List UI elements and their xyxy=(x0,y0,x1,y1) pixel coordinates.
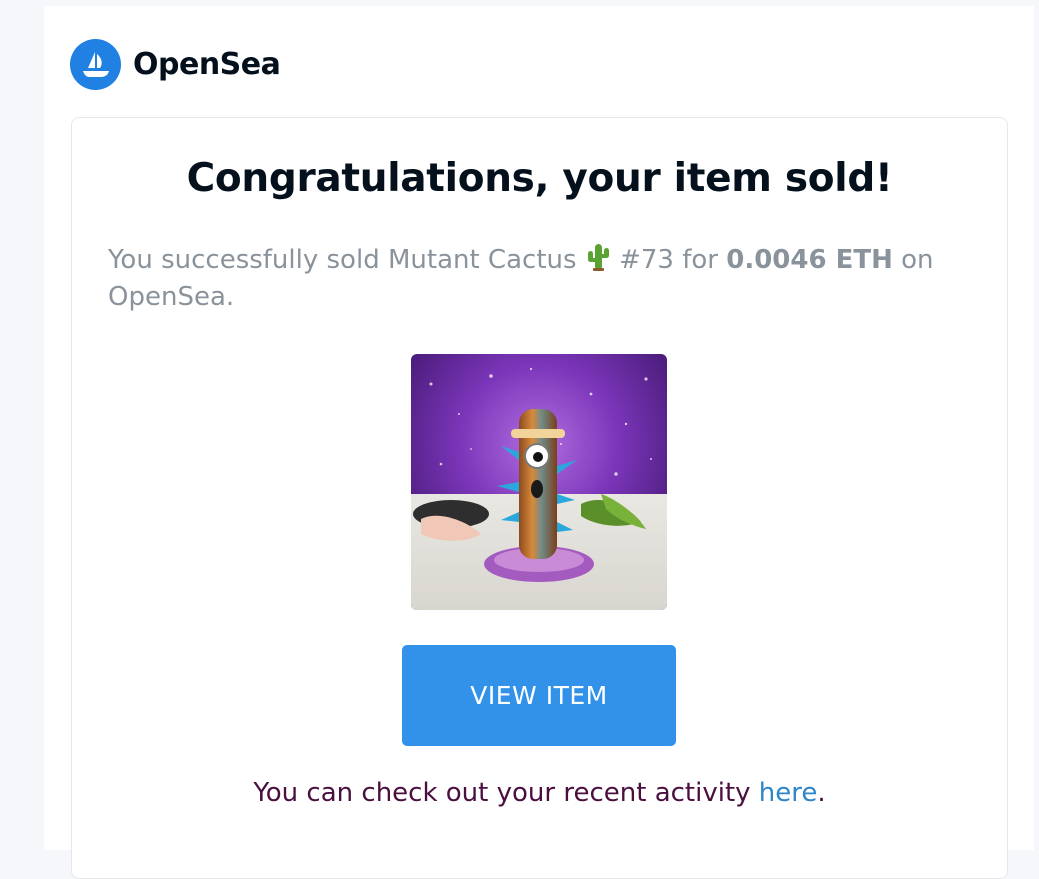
activity-text: You can check out your recent activity xyxy=(253,778,751,808)
view-item-button[interactable]: VIEW ITEM xyxy=(402,645,676,746)
cactus-emoji xyxy=(585,242,611,272)
message-prefix: You successfully sold Mutant Cactus xyxy=(108,245,577,275)
item-number: #73 for xyxy=(619,245,718,275)
email-card: Congratulations, your item sold! You suc… xyxy=(71,117,1008,879)
opensea-ship-icon[interactable] xyxy=(70,39,121,90)
email-title: Congratulations, your item sold! xyxy=(186,156,893,201)
activity-link[interactable]: here xyxy=(759,778,818,808)
activity-period: . xyxy=(817,778,826,808)
email-header: OpenSea xyxy=(70,39,281,90)
activity-note: You can check out your recent activity h… xyxy=(72,778,1007,808)
brand-name[interactable]: OpenSea xyxy=(133,47,281,82)
sale-price: 0.0046 ETH xyxy=(726,245,893,275)
sale-message: You successfully sold Mutant Cactus #73 … xyxy=(108,242,968,316)
email-page: OpenSea Congratulations, your item sold!… xyxy=(44,6,1034,879)
mutant-cactus-nft-image[interactable] xyxy=(411,354,667,610)
